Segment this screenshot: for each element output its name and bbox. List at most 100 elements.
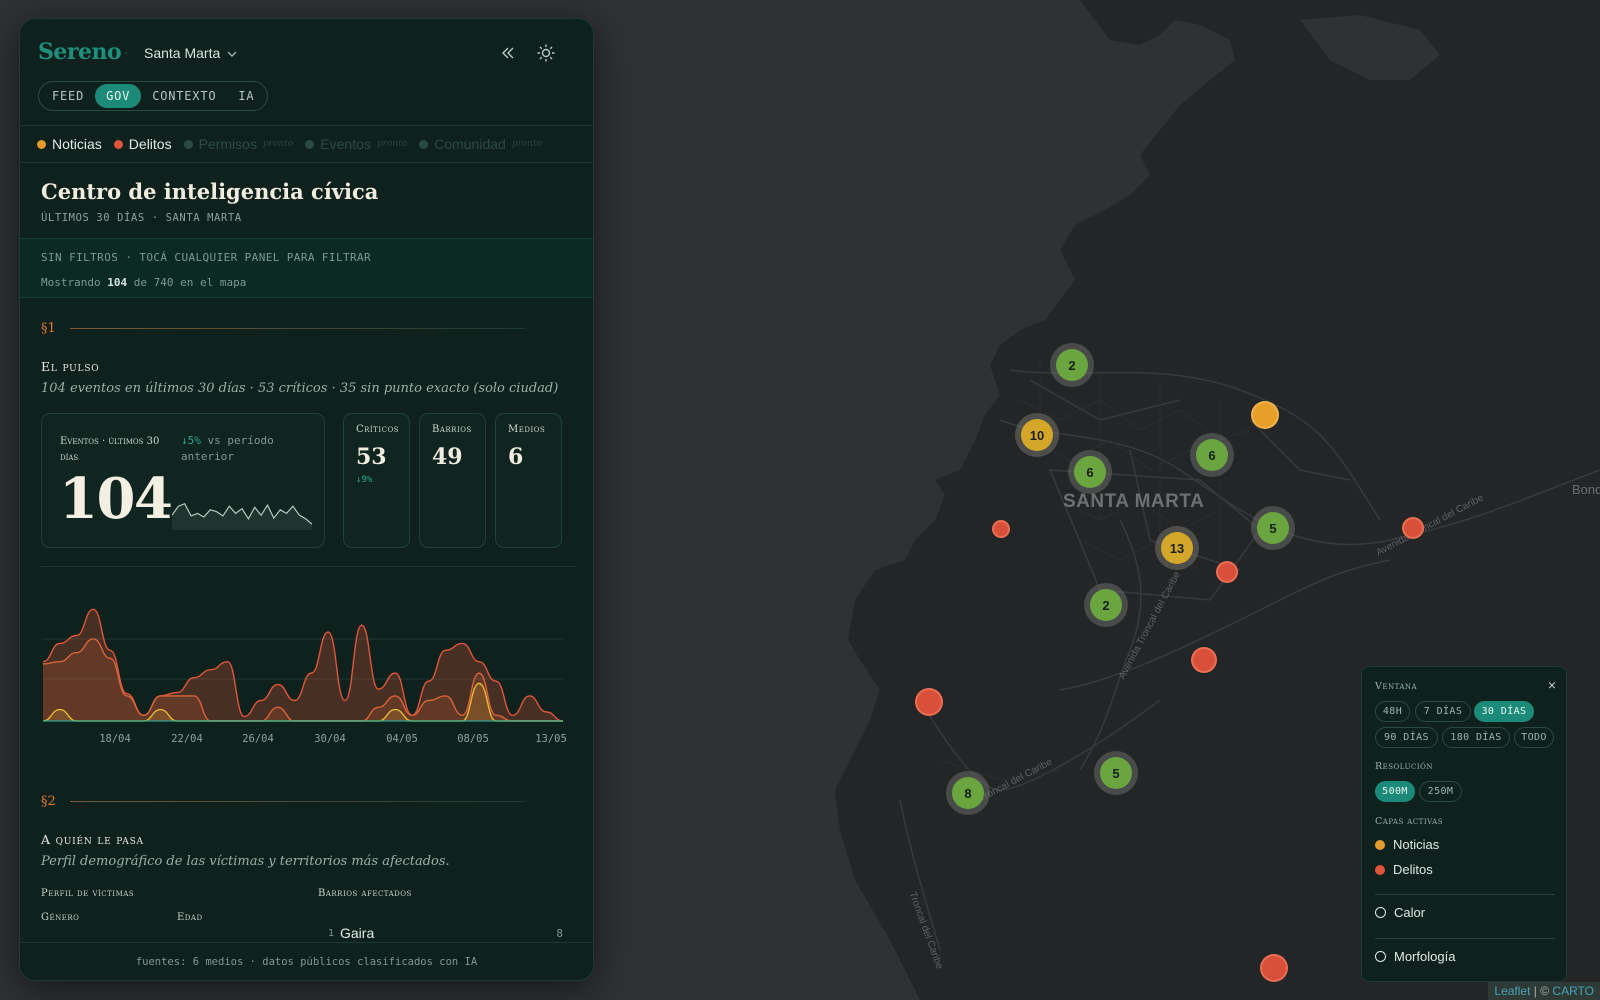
map-marker-delito[interactable] [1191,647,1217,673]
section-description: Perfil demográfico de las víctimas y ter… [41,854,450,869]
carto-link[interactable]: CARTO [1552,984,1594,998]
map-cluster[interactable]: 13 [1155,526,1199,570]
map-cluster[interactable]: 2 [1084,583,1128,627]
section-title: El pulso [41,359,100,374]
layer-label: Noticias [52,136,102,152]
map-cluster[interactable]: 6 [1068,450,1112,494]
city-selector-label: Santa Marta [144,45,221,61]
section-description: 104 eventos en últimos 30 días · 53 crít… [41,381,559,396]
tab-ia[interactable]: IA [227,84,265,108]
kpi-label: Barrios [432,424,472,435]
kpi-delta-value: ↓5% [181,434,201,447]
active-layers-label: Capas activas [1375,816,1444,827]
title-block: Centro de inteligencia cívica ÚLTIMOS 30… [41,179,378,224]
filter-status: SIN FILTROS · TOCÁ CUALQUIER PANEL PARA … [20,238,593,298]
cluster-count: 5 [1257,512,1289,544]
cluster-count: 2 [1090,589,1122,621]
cluster-count: 10 [1021,419,1053,451]
app-logo[interactable]: Sereno [38,39,122,65]
window-option-48h[interactable]: 48H [1375,701,1410,722]
window-option-30d[interactable]: 30 DÍAS [1474,701,1534,722]
tab-contexto[interactable]: CONTEXTO [141,84,227,108]
window-label: Ventana [1375,681,1418,692]
kpi-delta: ↓5% vs período anterior [181,433,291,465]
map-marker-delito[interactable] [915,688,943,716]
theme-sun-icon[interactable] [534,41,558,65]
kpi-value: 6 [508,444,524,470]
active-layer-label: Delitos [1393,862,1433,877]
chart-x-tick-label: 13/05 [535,733,567,745]
heat-toggle[interactable]: Calor [1375,905,1425,920]
layer-toggle-comunidad: Comunidad pronto [419,136,542,152]
map-cluster[interactable]: 6 [1190,433,1234,477]
side-panel: Sereno · Santa Marta FEED GOV CONTEXTO I… [19,18,594,981]
kpi-card-events[interactable]: Eventos · últimos 30 días 104 ↓5% vs per… [41,413,325,548]
resolution-label: Resolución [1375,761,1433,772]
layer-filter-row: Noticias Delitos Permisos pronto Eventos p… [20,125,593,163]
kpi-value: 53 [356,444,387,470]
layer-label: Eventos [320,136,371,152]
resolution-option-500m[interactable]: 500M [1375,781,1415,802]
map-cluster[interactable]: 10 [1015,413,1059,457]
cluster-count: 5 [1100,757,1132,789]
map-cluster[interactable]: 5 [1094,751,1138,795]
kpi-card-medios[interactable]: Medios 6 [495,413,562,548]
layer-label: Delitos [128,136,172,152]
coming-soon-note: pronto [376,139,408,149]
chart-x-tick-label: 30/04 [314,733,346,745]
cluster-count: 13 [1161,532,1193,564]
active-layer-delitos[interactable]: Delitos [1375,862,1433,877]
window-option-todo[interactable]: TODO [1514,727,1554,748]
tab-gov[interactable]: GOV [95,84,142,108]
cluster-count: 6 [1196,439,1228,471]
window-option-90d[interactable]: 90 DÍAS [1375,727,1438,748]
tab-feed[interactable]: FEED [41,84,95,108]
map-cluster[interactable]: 5 [1251,506,1295,550]
kpi-delta: ↓9% [356,475,373,485]
showing-count: 104 [107,276,128,289]
kpi-card-criticos[interactable]: Críticos 53 ↓9% [343,413,410,548]
layer-toggle-delitos[interactable]: Delitos [113,136,172,152]
timeline-chart[interactable] [43,599,563,729]
page-title: Centro de inteligencia cívica [41,179,379,204]
map-marker-delito[interactable] [992,520,1010,538]
close-icon[interactable]: × [1548,677,1556,693]
section-divider [69,801,525,802]
kpi-label: Medios [508,424,546,435]
cluster-count: 2 [1056,349,1088,381]
morphology-toggle[interactable]: Morfología [1375,949,1455,964]
sources-footer: fuentes: 6 medios · datos públicos clasi… [20,942,593,980]
window-option-7d[interactable]: 7 DÍAS [1415,701,1471,722]
map-controls-panel: Ventana × 48H 7 DÍAS 30 DÍAS 90 DÍAS 180… [1361,666,1567,982]
kpi-label: Eventos · últimos 30 días [60,436,160,463]
city-selector[interactable]: Santa Marta [144,45,237,61]
radio-icon [1375,907,1386,918]
age-label: Edad [177,912,203,923]
map-cluster[interactable]: 8 [946,771,990,815]
resolution-option-250m[interactable]: 250M [1419,781,1462,802]
attribution-separator: | © [1533,984,1550,998]
leaflet-link[interactable]: Leaflet [1494,984,1530,998]
barrio-row[interactable]: 1 Gaira 8 [318,925,563,941]
coming-soon-note: pronto [511,139,543,149]
layer-label: Comunidad [434,136,506,152]
map-marker-noticia[interactable] [1251,401,1279,429]
kpi-value: 104 [59,466,173,532]
map-marker-delito[interactable] [1216,561,1238,583]
map-cluster[interactable]: 2 [1050,343,1094,387]
page-subtitle: ÚLTIMOS 30 DÍAS · SANTA MARTA [41,212,242,224]
section-number: §2 [41,794,56,809]
kpi-card-barrios[interactable]: Barrios 49 [419,413,486,548]
map-marker-delito[interactable] [1402,517,1424,539]
window-option-180d[interactable]: 180 DÍAS [1442,727,1510,748]
kpi-value: 49 [432,444,463,470]
layer-toggle-noticias[interactable]: Noticias [37,136,102,152]
layer-toggle-eventos: Eventos pronto [305,136,407,152]
barrios-label: Barrios afectados [318,888,412,899]
map-marker-delito[interactable] [1260,954,1288,982]
collapse-panel-icon[interactable] [496,41,520,65]
gender-label: Género [41,912,80,923]
cluster-count: 8 [952,777,984,809]
active-layer-noticias[interactable]: Noticias [1375,837,1439,852]
barrio-rank: 1 [327,927,334,939]
